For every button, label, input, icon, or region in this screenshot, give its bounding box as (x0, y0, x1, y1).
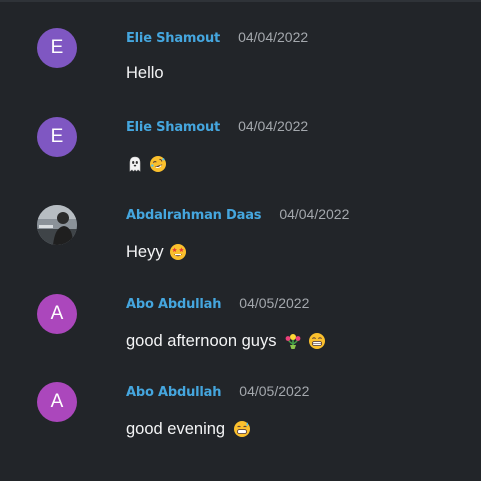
author-name[interactable]: Abo Abdullah (126, 297, 221, 312)
avatar-photo (37, 205, 77, 245)
message-text: Hello (126, 63, 164, 82)
grinning-squinting-emoji (308, 332, 326, 350)
author-name[interactable]: Elie Shamout (126, 31, 220, 46)
message-item[interactable]: E Elie Shamout 04/04/2022 (0, 117, 481, 197)
message-date: 04/04/2022 (238, 118, 309, 134)
message-text: good afternoon guys (126, 331, 277, 350)
message-header: Abdalrahman Daas 04/04/2022 (126, 206, 349, 226)
message-date: 04/04/2022 (238, 29, 309, 45)
grinning-sweat-emoji (233, 420, 251, 438)
message-body: Hello (126, 61, 164, 85)
rolling-on-floor-laughing-emoji (149, 155, 167, 173)
avatar[interactable] (37, 205, 77, 245)
message-date: 04/04/2022 (279, 206, 350, 222)
message-body: Heyy (126, 240, 187, 264)
author-name[interactable]: Elie Shamout (126, 120, 220, 135)
avatar[interactable]: E (37, 28, 77, 68)
message-header: Elie Shamout 04/04/2022 (126, 29, 308, 49)
message-item[interactable]: E Elie Shamout 04/04/2022 Hello (0, 28, 481, 108)
message-item[interactable]: A Abo Abdullah 04/05/2022 good evening (0, 382, 481, 462)
message-header: Abo Abdullah 04/05/2022 (126, 383, 309, 403)
avatar-initial: E (50, 126, 64, 147)
message-date: 04/05/2022 (239, 295, 310, 311)
message-text: Heyy (126, 242, 164, 261)
author-name[interactable]: Abdalrahman Daas (126, 208, 262, 223)
avatar[interactable]: A (37, 382, 77, 422)
avatar-initial: A (50, 303, 64, 324)
message-text: good evening (126, 419, 226, 438)
avatar-initial: A (50, 391, 64, 412)
message-header: Elie Shamout 04/04/2022 (126, 118, 308, 138)
message-body: good evening (126, 417, 251, 441)
avatar[interactable]: A (37, 294, 77, 334)
avatar-initial: E (50, 37, 64, 58)
star-struck-emoji (169, 243, 187, 261)
tulip-bouquet-emoji (284, 332, 302, 350)
author-name[interactable]: Abo Abdullah (126, 385, 221, 400)
chat-message-list: E Elie Shamout 04/04/2022 Hello E Elie S… (0, 0, 481, 481)
message-header: Abo Abdullah 04/05/2022 (126, 295, 309, 315)
message-item[interactable]: A Abo Abdullah 04/05/2022 good afternoon… (0, 294, 481, 374)
message-body: good afternoon guys (126, 329, 326, 353)
message-body (126, 152, 167, 176)
message-date: 04/05/2022 (239, 383, 310, 399)
message-item[interactable]: Abdalrahman Daas 04/04/2022 Heyy (0, 205, 481, 285)
ghost-emoji (126, 155, 144, 173)
avatar[interactable]: E (37, 117, 77, 157)
